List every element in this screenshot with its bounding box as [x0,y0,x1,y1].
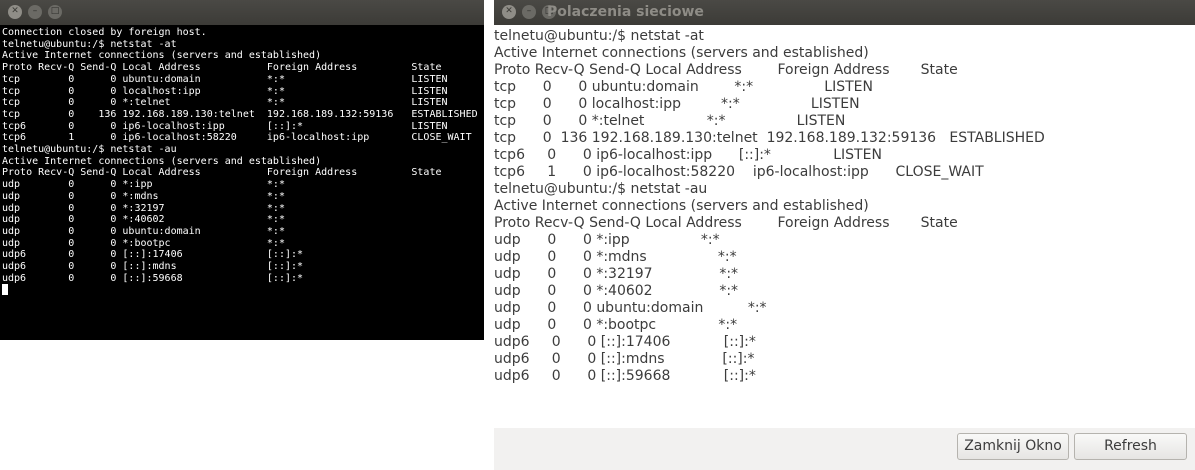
terminal-line: tcp6 0 0 ip6-localhost:ipp [::]:* LISTEN [2,120,448,132]
netstat-line: udp 0 0 ubuntu:domain *:* [494,300,767,316]
close-icon[interactable]: ✕ [8,5,22,19]
netstat-line: udp 0 0 *:ipp *:* [494,232,720,248]
netstat-line: tcp 0 0 ubuntu:domain *:* LISTEN [494,79,873,95]
terminal-line: udp 0 0 *:32197 *:* [2,202,285,214]
terminal-line: Active Internet connections (servers and… [2,155,322,167]
terminal-line: Proto Recv-Q Send-Q Local Address Foreig… [2,167,442,179]
terminal-line: tcp 0 136 192.168.189.130:telnet 192.168… [2,108,478,120]
netstat-line: tcp 0 0 *:telnet *:* LISTEN [494,113,846,129]
close-window-button[interactable]: Zamknij Okno [957,433,1069,460]
button-bar: Zamknij Okno Refresh [494,428,1195,470]
terminal-line: tcp6 1 0 ip6-localhost:58220 ip6-localho… [2,132,472,144]
terminal-line: tcp 0 0 *:telnet *:* LISTEN [2,97,448,109]
netstat-line: tcp 0 0 localhost:ipp *:* LISTEN [494,96,860,112]
terminal-line: udp 0 0 *:mdns *:* [2,190,285,202]
terminal-line: Active Internet connections (servers and… [2,50,322,62]
terminal-line: udp 0 0 *:40602 *:* [2,214,285,226]
minimize-icon[interactable]: – [522,5,536,19]
netstat-line: udp 0 0 *:mdns *:* [494,249,737,265]
terminal-cursor [2,284,8,296]
window-gap [484,0,494,470]
netstat-output-view[interactable]: telnetu@ubuntu:/$ netstat -at Active Int… [494,25,1195,428]
netstat-line: tcp6 0 0 ip6-localhost:ipp [::]:* LISTEN [494,147,882,163]
refresh-button[interactable]: Refresh [1074,433,1187,460]
gui-titlebar[interactable]: ✕ – □ Polaczenia sieciowe [494,0,1195,25]
netstat-line: udp6 0 0 [::]:17406 [::]:* [494,334,756,350]
terminal-line: tcp 0 0 ubuntu:domain *:* LISTEN [2,73,448,85]
terminal-titlebar[interactable]: ✕ – □ [0,0,484,25]
minimize-icon[interactable]: – [28,5,42,19]
terminal-line: udp6 0 0 [::]:59668 [::]:* [2,272,304,284]
netstat-line: udp 0 0 *:32197 *:* [494,266,739,282]
terminal-line: Connection closed by foreign host. [2,27,207,38]
terminal-line: udp 0 0 ubuntu:domain *:* [2,225,285,237]
netstat-output-text: telnetu@ubuntu:/$ netstat -at Active Int… [494,25,1195,385]
network-connections-window: ✕ – □ Polaczenia sieciowe telnetu@ubuntu… [494,0,1195,470]
netstat-line: udp6 0 0 [::]:59668 [::]:* [494,368,756,384]
netstat-line: tcp 0 136 192.168.189.130:telnet 192.168… [494,130,1045,146]
netstat-line: udp6 0 0 [::]:mdns [::]:* [494,351,755,367]
terminal-line: Proto Recv-Q Send-Q Local Address Foreig… [2,62,442,74]
close-icon[interactable]: ✕ [502,5,516,19]
netstat-line: telnetu@ubuntu:/$ netstat -au [494,181,708,197]
netstat-line: udp 0 0 *:bootpc *:* [494,317,738,333]
terminal-text: Connection closed by foreign host. telne… [0,25,484,297]
netstat-line: Proto Recv-Q Send-Q Local Address Foreig… [494,62,958,78]
window-title: Polaczenia sieciowe [547,4,704,20]
netstat-line: telnetu@ubuntu:/$ netstat -at [494,28,704,44]
terminal-line: telnetu@ubuntu:/$ netstat -at [2,38,177,50]
terminal-line: telnetu@ubuntu:/$ netstat -au [2,144,177,156]
netstat-line: Active Internet connections (servers and… [494,198,869,214]
netstat-line: udp 0 0 *:40602 *:* [494,283,739,299]
netstat-line: Active Internet connections (servers and… [494,45,869,61]
terminal-line: udp6 0 0 [::]:17406 [::]:* [2,249,304,261]
terminal-line: udp 0 0 *:bootpc *:* [2,237,285,249]
terminal-line: tcp 0 0 localhost:ipp *:* LISTEN [2,85,448,97]
maximize-icon[interactable]: □ [48,5,62,19]
terminal-line: udp 0 0 *:ipp *:* [2,179,285,191]
terminal-output[interactable]: Connection closed by foreign host. telne… [0,25,484,340]
netstat-line: Proto Recv-Q Send-Q Local Address Foreig… [494,215,958,231]
terminal-line: udp6 0 0 [::]:mdns [::]:* [2,261,304,273]
netstat-line: tcp6 1 0 ip6-localhost:58220 ip6-localho… [494,164,984,180]
terminal-window: ✕ – □ Connection closed by foreign host.… [0,0,484,470]
